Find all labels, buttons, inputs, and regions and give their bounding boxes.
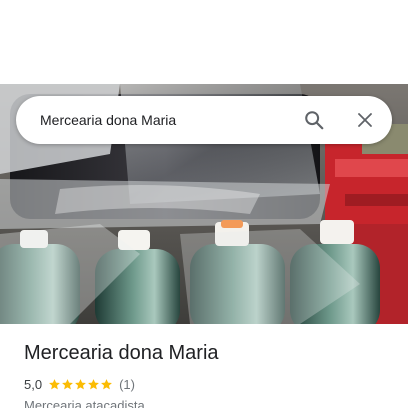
rating-value: 5,0 <box>24 376 43 392</box>
search-input[interactable]: Mercearia dona Maria <box>40 96 176 144</box>
status-area <box>0 0 408 84</box>
star-icon <box>62 378 73 389</box>
close-button[interactable] <box>349 104 381 136</box>
star-icon <box>49 378 60 389</box>
rating-stars <box>48 378 113 391</box>
close-icon <box>358 113 372 127</box>
star-icon <box>75 378 86 389</box>
place-title: Mercearia dona Maria <box>24 342 219 364</box>
rating-row[interactable]: 5,0 (1) <box>24 376 135 392</box>
star-icon <box>101 378 112 389</box>
search-bar[interactable]: Mercearia dona Maria <box>16 96 392 144</box>
place-screen: Mercearia dona Maria Mercearia dona Mari… <box>0 0 408 408</box>
review-count[interactable]: (1) <box>119 377 135 392</box>
place-category: Mercearia atacadista <box>24 398 145 408</box>
search-button[interactable] <box>298 104 330 136</box>
star-icon <box>88 378 99 389</box>
search-icon <box>305 111 324 130</box>
